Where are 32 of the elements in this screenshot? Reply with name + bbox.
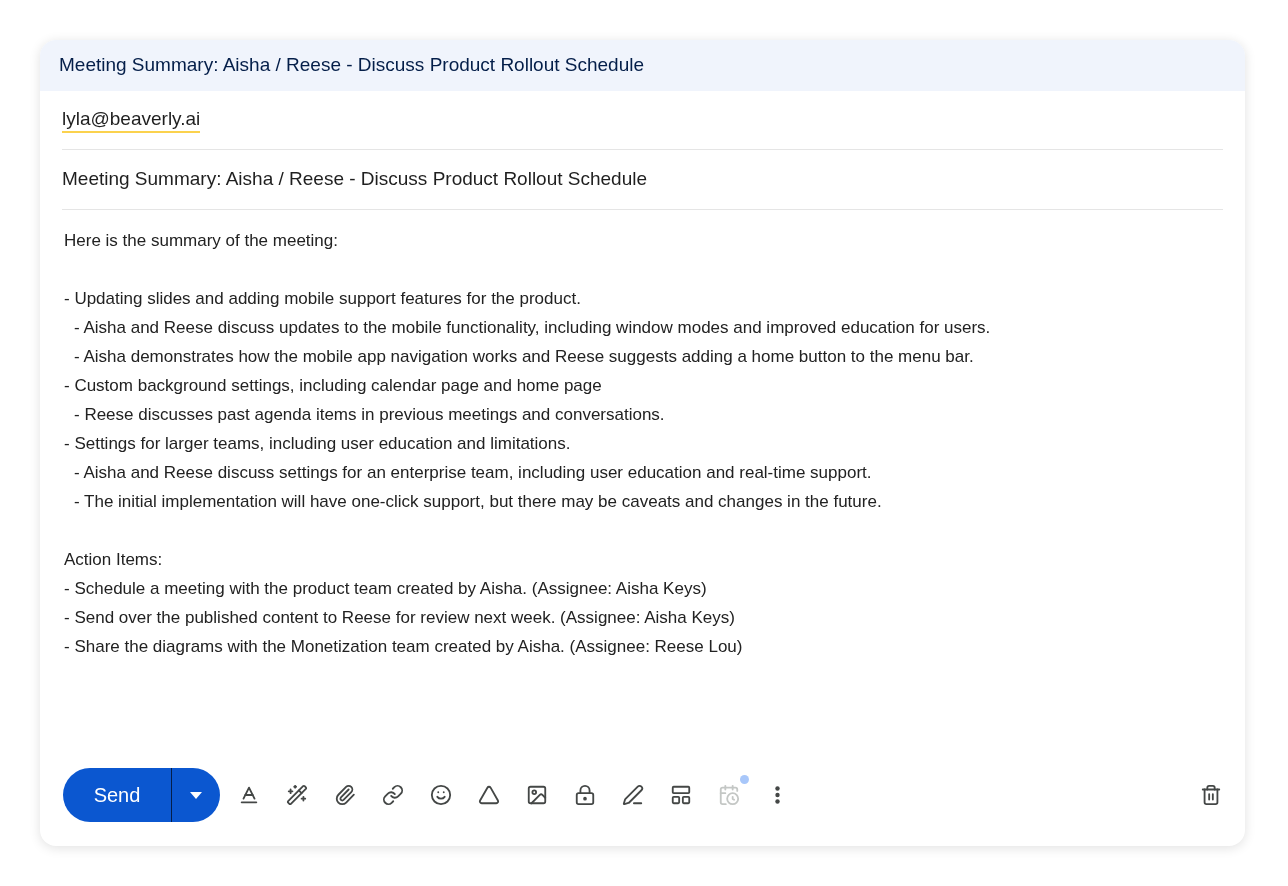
sub-list-item: - Reese discusses past agenda items in previous meetings and conversations. bbox=[73, 404, 666, 426]
lock-icon bbox=[574, 784, 596, 806]
caret-icon bbox=[190, 791, 202, 799]
list-item: - Schedule a meeting with the product team created by Aisha. (Assignee: Aisha Keys) bbox=[64, 578, 708, 600]
send-button[interactable]: Send bbox=[63, 768, 172, 822]
sub-list-item: - Aisha demonstrates how the mobile app navigation works and Reese suggests adding a home button to the menu bar. bbox=[73, 346, 975, 368]
trash-icon bbox=[1200, 784, 1222, 806]
send-options-button[interactable] bbox=[172, 768, 220, 822]
smiley-icon bbox=[430, 784, 452, 806]
image-icon bbox=[526, 784, 548, 806]
link-icon bbox=[382, 784, 404, 806]
list-item: - Updating slides and adding mobile support features for the product. bbox=[64, 288, 582, 310]
triangle-icon bbox=[478, 784, 500, 806]
list-item: - Settings for larger teams, including user education and limitations. bbox=[64, 433, 572, 455]
calendar-icon bbox=[718, 784, 740, 806]
sub-list-item: - Aisha and Reese discuss settings for an enterprise team, including user education and real-time support. bbox=[73, 462, 873, 484]
pen-icon bbox=[622, 784, 644, 806]
list-item: - Send over the published content to Reese for review next week. (Assignee: Aisha Keys) bbox=[64, 607, 736, 629]
layout-icon bbox=[670, 784, 692, 806]
sparkle-pen-icon bbox=[286, 784, 308, 806]
paperclip-icon bbox=[334, 784, 356, 806]
more-icon bbox=[774, 786, 780, 804]
sub-list-item: - The initial implementation will have one-click support, but there may be caveats and changes in the future. bbox=[73, 491, 883, 513]
body-text: Action Items: bbox=[64, 549, 164, 571]
window-title: Meeting Summary: Aisha / Reese - Discuss Product Rollout Schedule bbox=[59, 53, 645, 78]
list-item: - Custom background settings, including calendar page and home page bbox=[64, 375, 603, 397]
sub-list-item: - Aisha and Reese discuss updates to the mobile functionality, including window modes and improved education for users. bbox=[73, 317, 992, 339]
body-text: Here is the summary of the meeting: bbox=[64, 230, 339, 252]
list-item: - Share the diagrams with the Monetization team created by Aisha. (Assignee: Reese Lou) bbox=[64, 636, 744, 658]
subject-field[interactable]: Meeting Summary: Aisha / Reese - Discuss Product Rollout Schedule bbox=[62, 165, 648, 194]
text-format-icon bbox=[238, 784, 260, 806]
recipient-chip[interactable]: lyla@beaverly.ai bbox=[62, 107, 201, 133]
